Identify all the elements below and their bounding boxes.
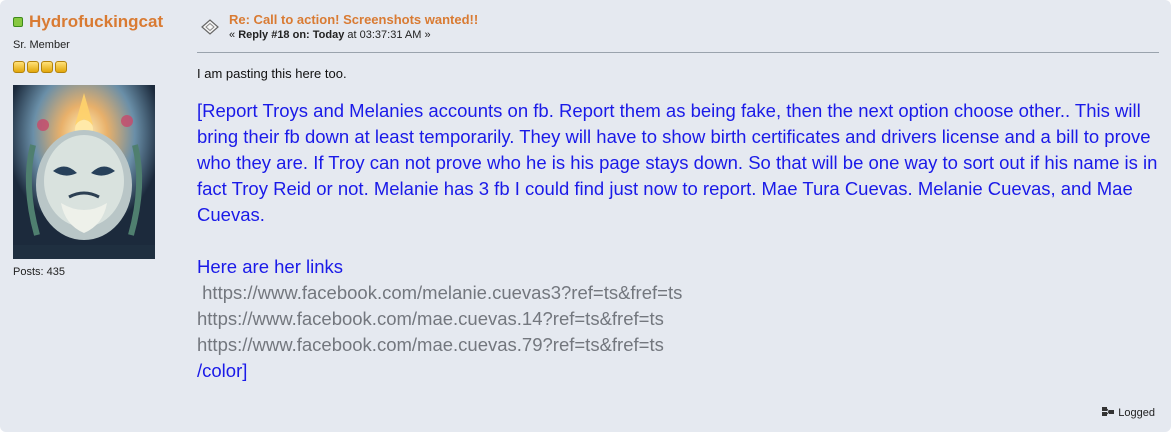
poster-name-row: Hydrofuckingcat: [13, 12, 183, 32]
logged-indicator: Logged: [1101, 406, 1155, 420]
poster-info: Hydrofuckingcat Sr. Member Posts: 435: [13, 12, 183, 278]
post-body: I am pasting this here too. [Report Troy…: [197, 66, 1159, 384]
header-divider: [197, 52, 1159, 53]
reply-info: « Reply #18 on: Today at 03:37:31 AM »: [229, 29, 431, 41]
link-line: https://www.facebook.com/mae.cuevas.14?r…: [197, 308, 664, 329]
link-line: https://www.facebook.com/mae.cuevas.79?r…: [197, 334, 664, 355]
links-title: Here are her links: [197, 256, 344, 277]
star-icon: [27, 61, 39, 73]
post-subject-link[interactable]: Re: Call to action! Screenshots wanted!!: [229, 12, 478, 27]
closing-text: /color]: [197, 360, 248, 381]
reply-prefix: «: [229, 29, 239, 41]
avatar: [13, 85, 155, 259]
star-icon: [41, 61, 53, 73]
reply-day: Today: [312, 29, 345, 41]
message-icon: [201, 19, 219, 35]
online-status-icon: [13, 17, 23, 27]
forum-post: Hydrofuckingcat Sr. Member Posts: 435 Re…: [0, 0, 1171, 432]
logged-ip-icon: [1102, 407, 1115, 416]
logged-label: Logged: [1118, 407, 1155, 419]
quoted-text: [Report Troys and Melanies accounts on f…: [197, 100, 1158, 225]
rank-stars: [13, 61, 183, 73]
member-title: Sr. Member: [13, 39, 70, 51]
link-line: https://www.facebook.com/melanie.cuevas3…: [197, 282, 683, 303]
reply-number: Reply #18 on:: [238, 29, 310, 41]
post-count: Posts: 435: [13, 266, 65, 278]
reply-time: at 03:37:31 AM »: [344, 29, 431, 41]
star-icon: [55, 61, 67, 73]
poster-name-link[interactable]: Hydrofuckingcat: [29, 12, 163, 32]
intro-text: I am pasting this here too.: [197, 66, 347, 81]
star-icon: [13, 61, 25, 73]
avatar-image: [13, 85, 155, 259]
